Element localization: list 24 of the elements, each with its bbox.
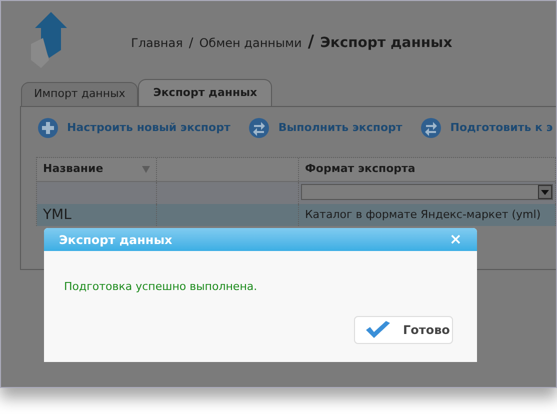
table-row[interactable]: YML Каталог в формате Яндекс-маркет (yml): [37, 204, 556, 226]
tab[interactable]: Экспорт данных: [138, 79, 272, 106]
toolbar-link[interactable]: Выполнить экспорт: [248, 117, 402, 139]
dialog-title: Экспорт данных: [59, 232, 172, 248]
tab[interactable]: Импорт данных: [21, 82, 138, 106]
breadcrumb-link[interactable]: Обмен данными: [199, 34, 302, 52]
breadcrumb-separator: /: [188, 35, 194, 54]
checkmark-icon: [365, 320, 391, 338]
breadcrumb-link[interactable]: Главная: [131, 34, 183, 52]
close-button[interactable]: ×: [449, 232, 462, 247]
toolbar-link[interactable]: Подготовить к э: [420, 117, 553, 139]
toolbar-link[interactable]: Настроить новый экспорт: [37, 117, 230, 139]
done-button[interactable]: Готово: [354, 316, 453, 344]
breadcrumb-separator: /: [308, 31, 314, 54]
page-title: Экспорт данных: [320, 34, 452, 54]
swap-arrows-icon: [420, 117, 442, 139]
filter-dropdown[interactable]: [301, 184, 553, 200]
column-header[interactable]: Формат экспорта: [299, 158, 556, 181]
column-header[interactable]: Название: [37, 158, 157, 181]
table-cell-text: YML: [43, 206, 72, 224]
table-cell-text: Каталог в формате Яндекс-маркет (yml): [305, 206, 541, 223]
status-message: Подготовка успешно выполнена.: [64, 279, 258, 295]
plus-icon: [37, 117, 59, 139]
swap-arrows-icon: [248, 117, 270, 139]
